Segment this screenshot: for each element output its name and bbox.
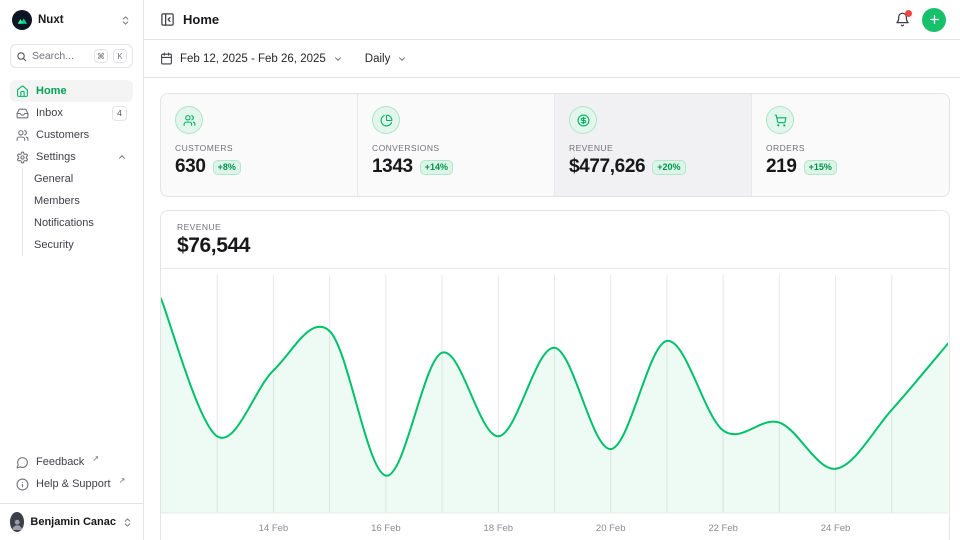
dashboard-content: CUSTOMERS 630 +8% CONVERSIONS 1343 +14% [144, 78, 960, 540]
user-name: Benjamin Canac [30, 516, 116, 528]
sidebar-item-security[interactable]: Security [34, 234, 133, 256]
app-window: Nuxt Search... ⌘ K Home [0, 0, 960, 540]
avatar [10, 512, 24, 532]
sidebar-item-label: Settings [36, 151, 76, 163]
kbd-k: K [113, 49, 127, 63]
chevron-up-icon [117, 152, 127, 162]
revenue-chart-card: REVENUE $76,544 14 Feb 16 Feb 18 Feb 20 Feb… [160, 210, 950, 540]
notifications-button[interactable] [895, 12, 910, 27]
stat-label: CUSTOMERS [175, 143, 343, 153]
filters-toolbar: Feb 12, 2025 - Feb 26, 2025 Daily [144, 40, 960, 78]
delta-badge: +14% [420, 160, 453, 175]
inbox-count-badge: 4 [112, 106, 127, 121]
workspace-name: Nuxt [38, 14, 64, 26]
inbox-icon [16, 107, 29, 120]
sidebar-item-home[interactable]: Home [10, 80, 133, 102]
stat-card-revenue[interactable]: REVENUE $477,626 +20% [555, 94, 752, 196]
feedback-link[interactable]: Feedback ↗ [10, 451, 133, 473]
help-support-link[interactable]: Help & Support ↗ [10, 473, 133, 495]
page-header: Home [144, 0, 960, 40]
sidebar-collapse-icon[interactable] [160, 12, 175, 27]
info-circle-icon [16, 478, 29, 491]
cart-icon [766, 106, 794, 134]
svg-text:24 Feb: 24 Feb [821, 523, 851, 534]
stat-label: REVENUE [569, 143, 737, 153]
external-link-icon: ↗ [92, 454, 99, 463]
search-placeholder: Search... [32, 50, 89, 62]
delta-badge: +15% [804, 160, 837, 175]
search-input[interactable]: Search... ⌘ K [10, 44, 133, 68]
users-icon [175, 106, 203, 134]
svg-text:16 Feb: 16 Feb [371, 523, 401, 534]
main-panel: Home Feb 12, 2025 - Feb 26, 2025 [144, 0, 960, 540]
chevron-down-icon [333, 54, 343, 64]
dollar-circle-icon [569, 106, 597, 134]
sidebar-item-customers[interactable]: Customers [10, 124, 133, 146]
stat-card-orders[interactable]: ORDERS 219 +15% [752, 94, 949, 196]
stat-value: $477,626 [569, 156, 645, 178]
sidebar-item-notifications[interactable]: Notifications [34, 212, 133, 234]
date-range-value: Feb 12, 2025 - Feb 26, 2025 [180, 53, 326, 65]
stat-card-customers[interactable]: CUSTOMERS 630 +8% [161, 94, 358, 196]
link-label: Help & Support [36, 478, 111, 490]
sidebar-item-label: Home [36, 85, 67, 97]
pie-chart-icon [372, 106, 400, 134]
svg-text:18 Feb: 18 Feb [484, 523, 514, 534]
link-label: Feedback [36, 456, 84, 468]
page-title: Home [183, 12, 219, 27]
gear-icon [16, 151, 29, 164]
home-icon [16, 85, 29, 98]
sidebar-item-general[interactable]: General [34, 168, 133, 190]
kbd-cmd: ⌘ [94, 49, 108, 63]
chevrons-up-down-icon [122, 517, 133, 528]
stat-label: CONVERSIONS [372, 143, 540, 153]
chat-bubble-icon [16, 456, 29, 469]
sidebar-footer-links: Feedback ↗ Help & Support ↗ [10, 451, 133, 503]
sidebar-item-inbox[interactable]: Inbox 4 [10, 102, 133, 124]
user-menu[interactable]: Benjamin Canac [10, 510, 133, 534]
stat-card-conversions[interactable]: CONVERSIONS 1343 +14% [358, 94, 555, 196]
search-icon [16, 51, 27, 62]
sidebar-item-label: Inbox [36, 107, 63, 119]
stats-strip: CUSTOMERS 630 +8% CONVERSIONS 1343 +14% [160, 93, 950, 197]
svg-text:14 Feb: 14 Feb [259, 523, 289, 534]
sidebar-nav: Home Inbox 4 Customers [10, 80, 133, 256]
svg-text:22 Feb: 22 Feb [708, 523, 738, 534]
chart-metric-label: REVENUE [177, 222, 933, 232]
external-link-icon: ↗ [119, 476, 126, 485]
sidebar-item-settings[interactable]: Settings [10, 146, 133, 168]
notification-dot [905, 10, 912, 17]
stat-value: 1343 [372, 156, 413, 178]
stat-value: 630 [175, 156, 206, 178]
date-range-picker[interactable]: Feb 12, 2025 - Feb 26, 2025 [160, 52, 343, 65]
sidebar-item-label: Customers [36, 129, 89, 141]
chart-metric-value: $76,544 [177, 234, 933, 258]
sidebar: Nuxt Search... ⌘ K Home [0, 0, 144, 540]
delta-badge: +8% [213, 160, 241, 175]
sidebar-item-members[interactable]: Members [34, 190, 133, 212]
chevrons-up-down-icon [120, 15, 131, 26]
settings-submenu: General Members Notifications Security [22, 168, 133, 256]
nuxt-logo-icon [12, 10, 32, 30]
chevron-down-icon [397, 54, 407, 64]
calendar-icon [160, 52, 173, 65]
delta-badge: +20% [652, 160, 685, 175]
period-value: Daily [365, 53, 391, 65]
workspace-switcher[interactable]: Nuxt [10, 8, 133, 32]
period-select[interactable]: Daily [365, 53, 408, 65]
stat-value: 219 [766, 156, 797, 178]
add-button[interactable] [922, 8, 946, 32]
stat-label: ORDERS [766, 143, 935, 153]
plus-icon [928, 13, 941, 26]
users-icon [16, 129, 29, 142]
revenue-area-chart[interactable]: 14 Feb 16 Feb 18 Feb 20 Feb 22 Feb 24 Feb [161, 275, 948, 537]
svg-text:20 Feb: 20 Feb [596, 523, 626, 534]
